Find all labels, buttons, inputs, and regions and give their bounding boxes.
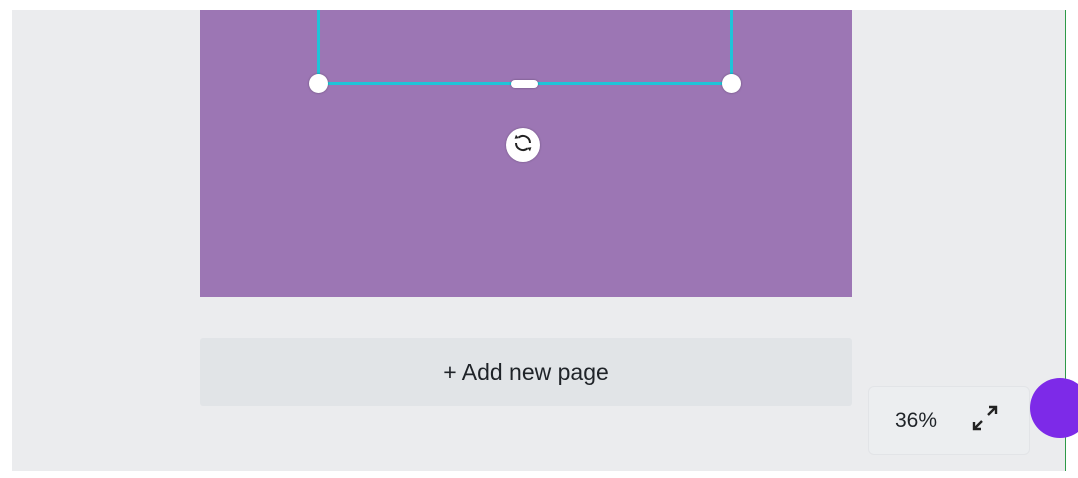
resize-handle-bottom-right[interactable]	[722, 74, 741, 93]
zoom-control: 36%	[868, 386, 1030, 455]
resize-handle-bottom-middle[interactable]	[511, 80, 538, 88]
resize-handle-bottom-left[interactable]	[309, 74, 328, 93]
add-new-page-label: + Add new page	[443, 358, 609, 385]
add-new-page-button[interactable]: + Add new page	[200, 338, 852, 406]
fullscreen-button[interactable]	[970, 403, 1000, 438]
rotate-icon	[511, 131, 535, 160]
design-page[interactable]	[200, 10, 852, 297]
expand-icon	[970, 403, 1000, 438]
selection-border-right	[730, 10, 733, 84]
rotate-button[interactable]	[506, 128, 540, 162]
selection-border-left	[317, 10, 320, 84]
zoom-level[interactable]: 36%	[895, 409, 937, 433]
canvas-workspace: + Add new page 36%	[12, 10, 1065, 471]
editor-stage: + Add new page 36%	[0, 0, 1078, 478]
